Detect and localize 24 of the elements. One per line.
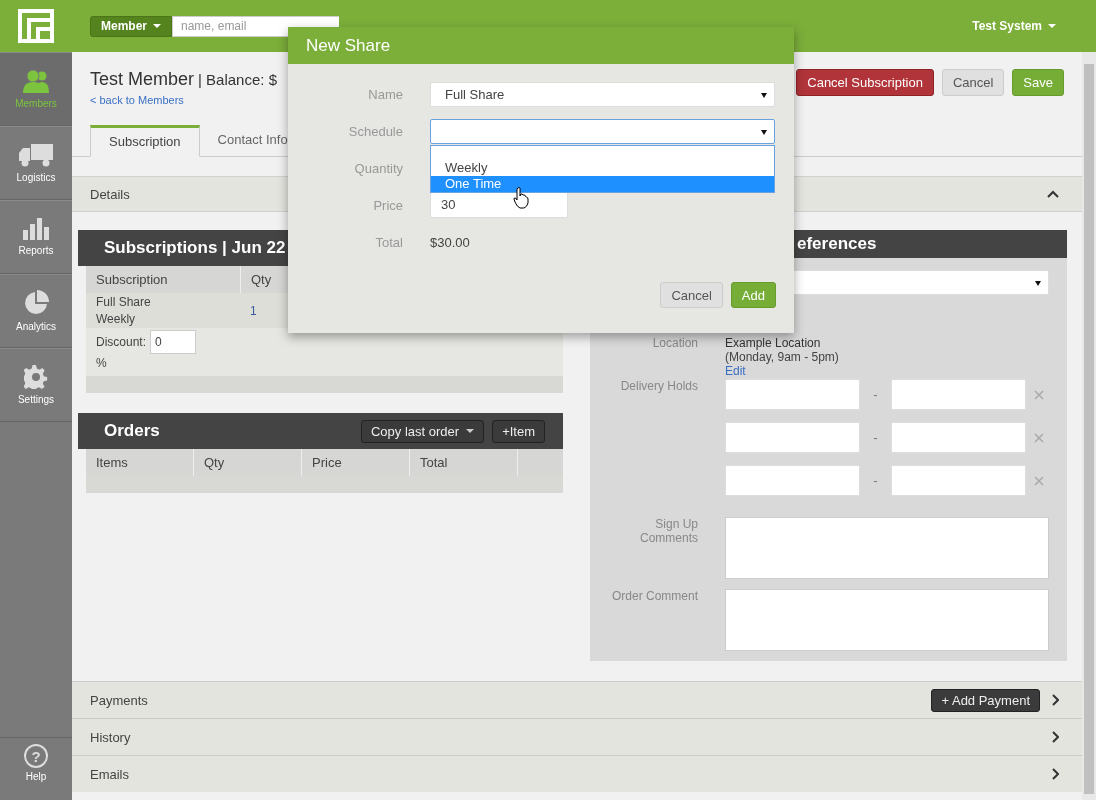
field-label: Delivery Holds [619, 379, 698, 395]
location-name: Example Location [725, 336, 822, 350]
table-cell-text: 1 [249, 303, 258, 318]
discount-label: Discount: [96, 335, 147, 349]
table-cell-text: Weekly [96, 310, 137, 328]
panel-header: Orders Copy last order +Item [78, 413, 563, 449]
range-separator: - [872, 430, 879, 445]
field-label: Quantity [353, 160, 403, 176]
member-name: Test Member [90, 69, 195, 90]
field-label: Order Comment [610, 589, 698, 605]
field-label: Total [374, 234, 403, 250]
field-label: Location [651, 336, 698, 352]
percent-label: % [96, 356, 108, 370]
field-label: Schedule [347, 123, 403, 139]
table-cell-text: Full Share [96, 293, 152, 311]
balance-label: | Balance: $ [198, 71, 277, 88]
field-label: Name [367, 86, 403, 102]
dialog-title: New Share [306, 35, 391, 56]
field-label: Price [372, 197, 403, 213]
location-hours: (Monday, 9am - 5pm) [725, 350, 839, 364]
range-separator: - [872, 473, 879, 488]
field-label: Sign Up Comments [639, 517, 698, 547]
range-separator: - [872, 387, 879, 402]
total-value: $30.00 [430, 234, 470, 250]
